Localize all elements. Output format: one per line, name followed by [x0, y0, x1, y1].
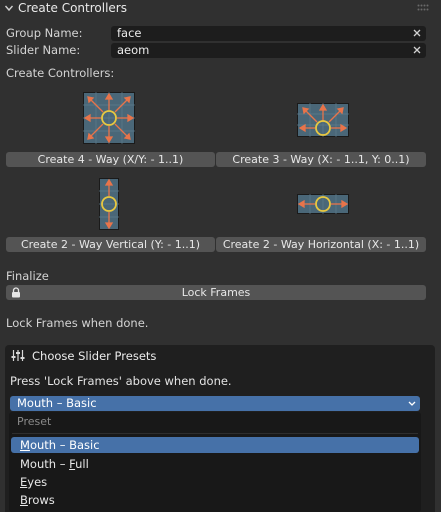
presets-panel-title: Choose Slider Presets — [32, 349, 157, 363]
menu-item-mouth-basic[interactable]: Mouth – Basic — [11, 437, 419, 453]
lock-frames-note: Lock Frames when done. — [6, 316, 149, 330]
menu-item-mouth-full[interactable]: Mouth – Full — [11, 456, 419, 472]
two-way-vertical-pad-icon — [99, 178, 119, 230]
clear-icon[interactable] — [412, 28, 422, 38]
menu-divider — [12, 433, 418, 434]
slider-name-value: aeom — [117, 43, 150, 57]
chevron-down-icon — [408, 401, 416, 406]
two-way-horizontal-preview — [297, 194, 349, 214]
panel-title: Create Controllers — [18, 1, 127, 15]
menu-item-accel-key: B — [20, 493, 28, 507]
lock-frames-button[interactable]: Lock Frames — [6, 285, 426, 300]
four-way-pad-icon — [83, 92, 135, 144]
menu-item-label: rows — [27, 493, 55, 507]
drag-grip-icon[interactable] — [417, 4, 429, 12]
menu-header: Preset — [17, 415, 52, 428]
three-way-pad-icon — [297, 103, 349, 137]
two-way-horizontal-pad-icon — [297, 194, 349, 214]
presets-note: Press 'Lock Frames' above when done. — [10, 374, 232, 388]
create-four-way-button[interactable]: Create 4 - Way (X/Y: - 1..1) — [6, 152, 215, 167]
create-two-way-horizontal-button[interactable]: Create 2 - Way Horizontal (X: - 1..1) — [216, 237, 426, 252]
lock-frames-label: Lock Frames — [181, 286, 251, 299]
slider-name-input[interactable]: aeom — [111, 43, 426, 58]
menu-item-eyes[interactable]: Eyes — [11, 474, 419, 490]
clear-icon[interactable] — [412, 45, 422, 55]
three-way-preview — [297, 103, 349, 137]
two-way-vertical-preview — [99, 178, 119, 230]
slider-name-label: Slider Name: — [6, 43, 81, 57]
menu-item-label: outh – Basic — [29, 438, 100, 452]
preset-dropdown-menu: Preset Mouth – Basic Mouth – Full Eyes B… — [9, 412, 421, 512]
create-three-way-button[interactable]: Create 3 - Way (X: - 1..1, Y: 0..1) — [216, 152, 426, 167]
group-name-value: face — [117, 26, 142, 40]
menu-item-accel-key: M — [20, 438, 30, 452]
sliders-icon — [11, 350, 25, 361]
group-name-label: Group Name: — [6, 26, 83, 40]
menu-item-brows[interactable]: Brows — [11, 492, 419, 508]
menu-item-label-tail: ull — [75, 457, 89, 471]
group-name-input[interactable]: face — [111, 26, 426, 41]
preset-dropdown[interactable]: Mouth – Basic — [10, 396, 420, 411]
menu-item-label: Mouth – — [20, 457, 70, 471]
lock-icon — [12, 287, 20, 298]
create-controllers-label: Create Controllers: — [6, 66, 115, 80]
create-two-way-vertical-button[interactable]: Create 2 - Way Vertical (Y: - 1..1) — [6, 237, 215, 252]
four-way-preview — [83, 92, 135, 144]
preset-dropdown-value: Mouth – Basic — [17, 396, 97, 410]
panel-header[interactable]: Create Controllers — [0, 0, 441, 18]
finalize-label: Finalize — [6, 269, 49, 283]
chevron-down-icon[interactable] — [4, 3, 14, 13]
menu-item-label: yes — [27, 475, 48, 489]
